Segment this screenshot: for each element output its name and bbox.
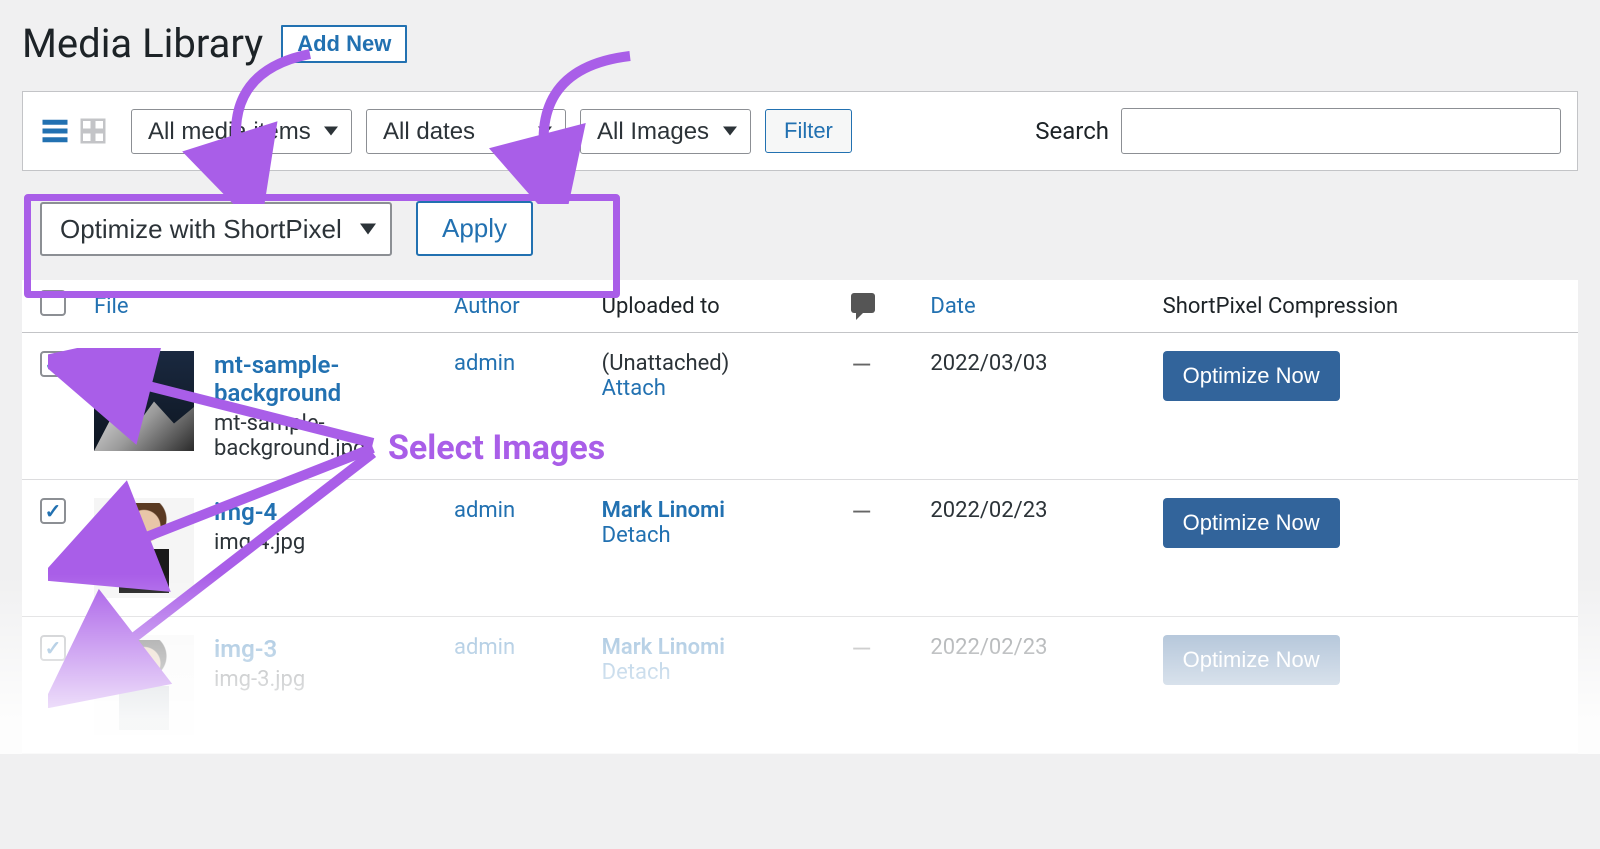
thumbnail[interactable]: [94, 635, 194, 735]
file-title-link[interactable]: mt-sample-background: [214, 351, 341, 407]
page-header: Media Library Add New: [22, 20, 1578, 67]
uploaded-to-link[interactable]: Mark Linomi: [602, 635, 725, 660]
row-checkbox[interactable]: [40, 635, 66, 661]
uploaded-to-link[interactable]: Mark Linomi: [602, 498, 725, 523]
col-author[interactable]: Author: [442, 280, 590, 333]
grid-view-icon[interactable]: [77, 115, 109, 147]
col-shortpixel: ShortPixel Compression: [1151, 280, 1578, 333]
thumbnail[interactable]: [94, 351, 194, 451]
images-filter[interactable]: All Images: [580, 109, 751, 154]
select-all-checkbox[interactable]: [40, 290, 66, 316]
date-cell: 2022/03/03: [918, 333, 1150, 480]
media-table: File Author Uploaded to Date ShortPixel …: [22, 280, 1578, 754]
add-new-button[interactable]: Add New: [281, 25, 407, 63]
comment-icon: [851, 293, 875, 313]
optimize-now-button[interactable]: Optimize Now: [1163, 351, 1340, 401]
search-input[interactable]: [1121, 108, 1561, 154]
author-link[interactable]: admin: [454, 498, 515, 523]
dates-filter[interactable]: All dates: [366, 109, 566, 154]
col-uploaded-to: Uploaded to: [590, 280, 840, 333]
optimize-now-button[interactable]: Optimize Now: [1163, 635, 1340, 685]
filter-button[interactable]: Filter: [765, 109, 852, 153]
thumbnail[interactable]: [94, 498, 194, 598]
table-row: img-4 img-4.jpg admin Mark LinomiDetach — 202…: [22, 480, 1578, 617]
filter-toolbar: All media items All dates All Images Fil…: [22, 91, 1578, 171]
table-row: mt-sample-backgroundmt-sample-background…: [22, 333, 1578, 480]
date-cell: 2022/02/23: [918, 617, 1150, 754]
author-link[interactable]: admin: [454, 635, 515, 660]
bulk-actions-row: Optimize with ShortPixel Apply: [22, 171, 1578, 280]
search-label: Search: [1035, 117, 1109, 145]
detach-link[interactable]: Detach: [602, 523, 671, 548]
detach-link[interactable]: Detach: [602, 660, 671, 685]
table-row: img-3 img-3.jpg admin Mark LinomiDetach — 202…: [22, 617, 1578, 754]
media-items-filter[interactable]: All media items: [131, 109, 352, 154]
file-name: img-4.jpg: [214, 530, 305, 555]
comments-count: —: [851, 498, 871, 528]
col-date[interactable]: Date: [918, 280, 1150, 333]
file-title-link[interactable]: img-3: [214, 635, 277, 663]
apply-button[interactable]: Apply: [416, 201, 533, 256]
page-title: Media Library: [22, 20, 263, 67]
row-checkbox[interactable]: [40, 498, 66, 524]
row-checkbox[interactable]: [40, 351, 66, 377]
file-name: mt-sample-background.jpg: [214, 411, 430, 461]
attach-link[interactable]: Attach: [602, 376, 666, 401]
uploaded-unattached: (Unattached): [602, 351, 828, 376]
list-view-icon[interactable]: [39, 115, 71, 147]
comments-count: —: [851, 351, 871, 381]
file-name: img-3.jpg: [214, 667, 305, 692]
comments-count: —: [851, 635, 871, 665]
col-file[interactable]: File: [82, 280, 442, 333]
date-cell: 2022/02/23: [918, 480, 1150, 617]
file-title-link[interactable]: img-4: [214, 498, 277, 526]
author-link[interactable]: admin: [454, 351, 515, 376]
bulk-action-select[interactable]: Optimize with ShortPixel: [40, 202, 392, 256]
col-comments: [839, 280, 918, 333]
optimize-now-button[interactable]: Optimize Now: [1163, 498, 1340, 548]
